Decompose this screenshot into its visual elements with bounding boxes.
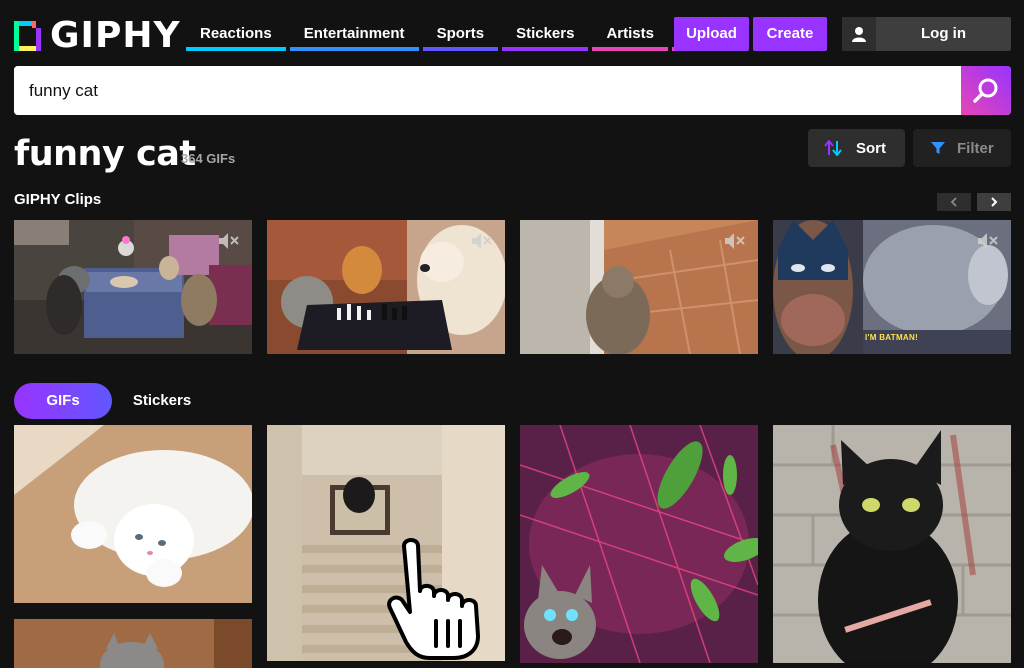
logo-text: GIPHY (50, 15, 181, 56)
gif-tile[interactable] (773, 425, 1011, 663)
gif-tile[interactable] (14, 619, 252, 668)
sort-button[interactable]: Sort (808, 129, 905, 167)
clip-image (520, 220, 758, 354)
muted-speaker-icon[interactable] (471, 232, 493, 250)
giphy-logo-icon (14, 19, 42, 53)
hand-pointer-cursor-icon (387, 538, 480, 660)
nav-entertainment[interactable]: Entertainment (289, 17, 419, 51)
create-button[interactable]: Create (753, 17, 827, 51)
gif-tile[interactable] (14, 425, 252, 603)
clip-thumbnail[interactable] (267, 220, 505, 354)
nav-label: Artists (606, 25, 654, 42)
filter-funnel-icon (931, 142, 945, 154)
clips-prev-button[interactable] (937, 193, 971, 211)
sort-arrows-icon (824, 140, 842, 156)
gif-image (14, 619, 252, 668)
gif-image (773, 425, 1011, 663)
user-icon (842, 17, 876, 51)
nav-artists[interactable]: Artists (592, 17, 668, 51)
nav-underline (186, 47, 286, 51)
nav-reactions[interactable]: Reactions (186, 17, 286, 51)
result-count: 364 GIFs (181, 151, 236, 166)
giphy-logo[interactable]: GIPHY (14, 18, 181, 54)
search-icon (973, 78, 998, 103)
nav-underline (502, 47, 589, 51)
nav-label: Sports (436, 25, 485, 42)
filter-label: Filter (957, 139, 994, 157)
clip-image (267, 220, 505, 354)
filter-button[interactable]: Filter (913, 129, 1011, 167)
nav-underline (422, 47, 499, 51)
nav-label: Stickers (516, 25, 575, 42)
clips-heading: GIPHY Clips (14, 191, 102, 208)
nav-underline (289, 47, 419, 51)
nav-label: Reactions (200, 25, 272, 42)
login-button[interactable]: Log in (842, 17, 1011, 51)
chevron-right-icon (991, 197, 998, 207)
nav-stickers[interactable]: Stickers (502, 17, 589, 51)
search-bar (14, 66, 1011, 115)
muted-speaker-icon[interactable] (218, 232, 240, 250)
header: GIPHY Reactions Entertainment Sports Sti… (0, 0, 1024, 64)
tab-gifs[interactable]: GIFs (14, 383, 112, 419)
muted-speaker-icon[interactable] (977, 232, 999, 250)
login-label: Log in (921, 25, 966, 42)
sort-label: Sort (856, 139, 886, 157)
tab-stickers[interactable]: Stickers (120, 383, 204, 419)
search-button[interactable] (961, 66, 1011, 115)
clip-caption: I'M BATMAN! (865, 333, 919, 342)
muted-speaker-icon[interactable] (724, 232, 746, 250)
nav-sports[interactable]: Sports (422, 17, 499, 51)
upload-button[interactable]: Upload (674, 17, 749, 51)
search-input[interactable] (14, 66, 962, 115)
nav-label: Entertainment (303, 25, 405, 42)
clip-image (14, 220, 252, 354)
clip-thumbnail[interactable] (14, 220, 252, 354)
page-title: funny cat (14, 134, 196, 174)
clip-thumbnail[interactable] (520, 220, 758, 354)
main-nav: Reactions Entertainment Sports Stickers … (186, 17, 706, 51)
clip-thumbnail[interactable]: I'M BATMAN! (773, 220, 1011, 354)
chevron-left-icon (950, 197, 957, 207)
gif-image (14, 425, 252, 603)
gif-tile[interactable] (520, 425, 758, 663)
gif-image (520, 425, 758, 663)
nav-underline (592, 47, 668, 51)
clips-next-button[interactable] (977, 193, 1011, 211)
